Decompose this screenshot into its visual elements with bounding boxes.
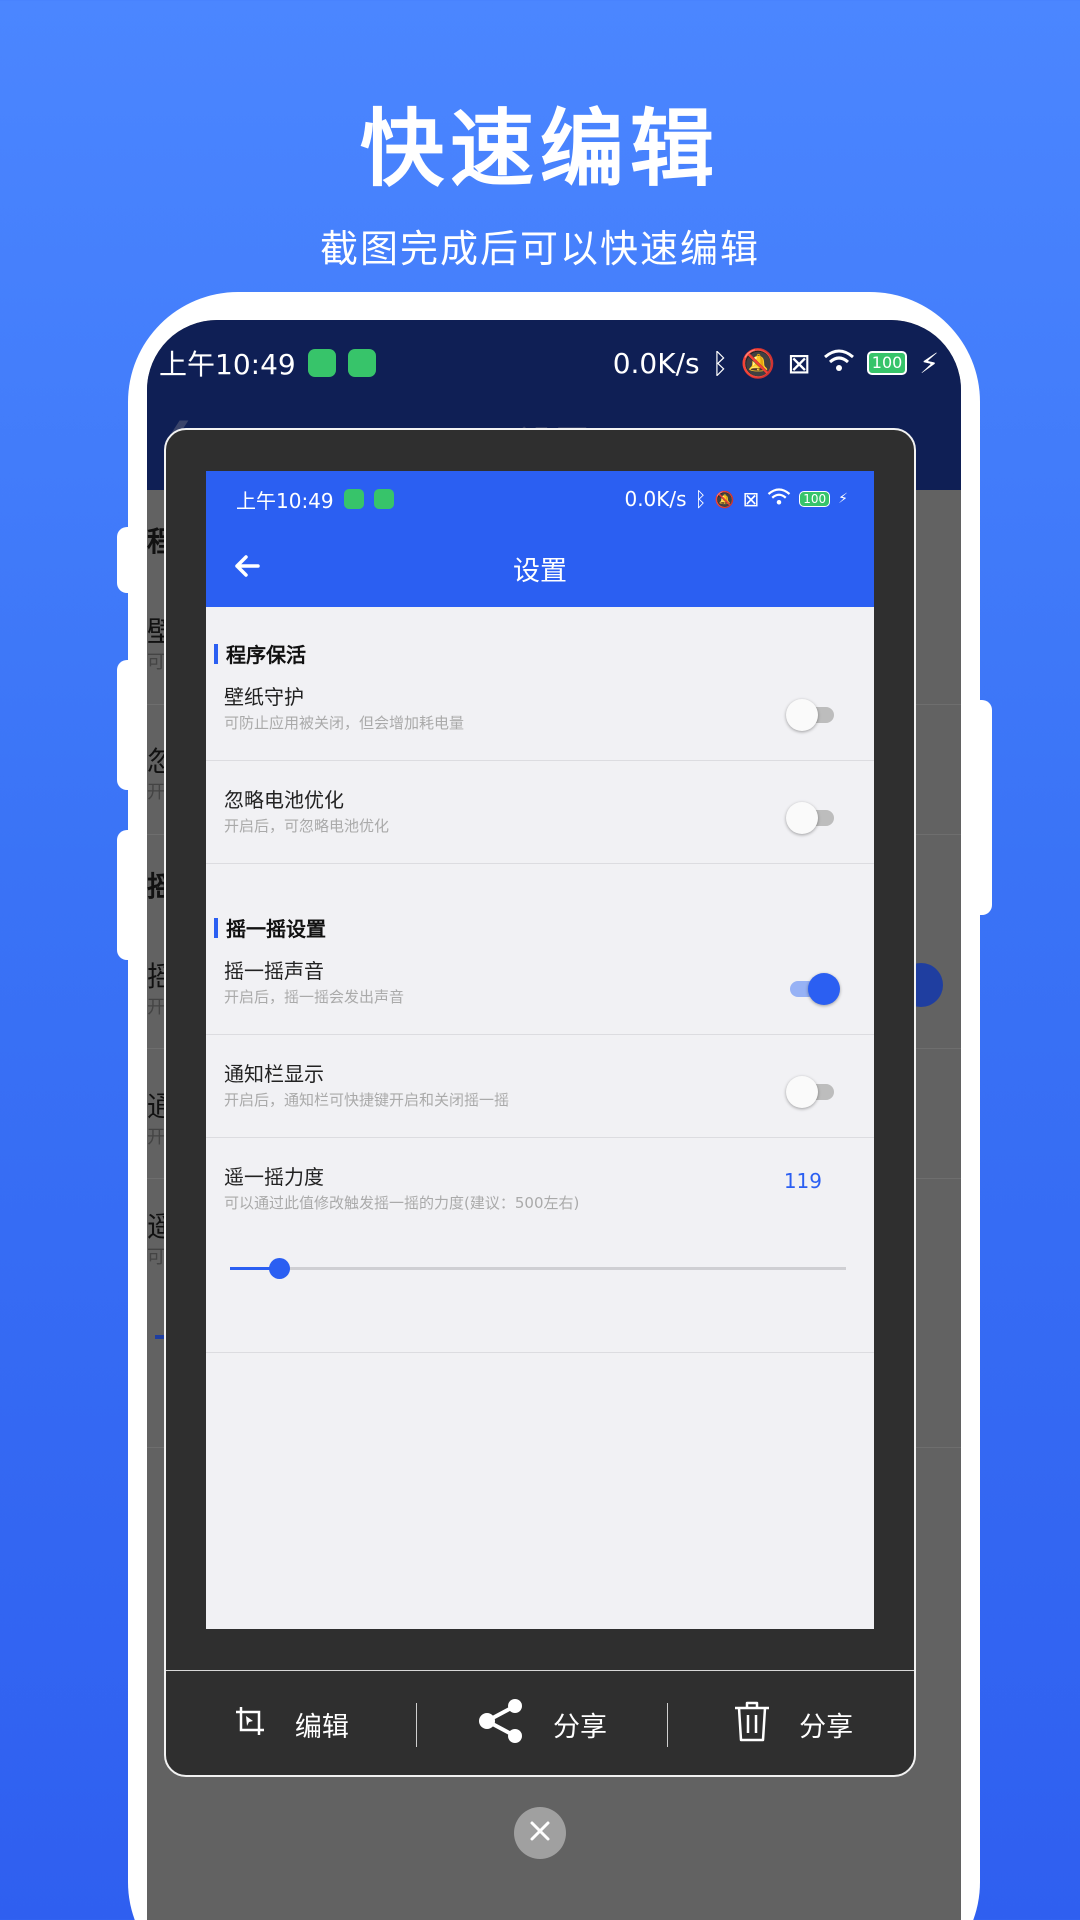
status-time: 上午10:49: [236, 488, 334, 513]
wifi-icon: [767, 487, 791, 511]
phone-side-button: [117, 527, 139, 593]
wallpaper-guard-toggle[interactable]: [786, 699, 838, 731]
ignore-battery-toggle[interactable]: [786, 802, 838, 834]
phone-side-button: [117, 830, 139, 960]
mute-icon: 🔕: [740, 346, 776, 380]
charging-icon: ⚡: [919, 346, 939, 380]
setting-wallpaper-guard[interactable]: 壁纸守护 可防止应用被关闭，但会增加耗电量: [206, 659, 874, 761]
slider-thumb[interactable]: [269, 1258, 291, 1279]
bluetooth-icon: ᛒ: [711, 346, 729, 380]
close-icon: [529, 1820, 551, 1846]
battery-icon: 100: [799, 491, 831, 507]
delete-button[interactable]: 分享: [668, 1700, 914, 1749]
setting-shake-sound[interactable]: 摇一摇声音 开启后，摇一摇会发出声音: [206, 933, 874, 1035]
android-app-icon: [347, 349, 376, 377]
shake-force-value: 119: [783, 1169, 822, 1193]
phone-side-button: [117, 660, 139, 790]
headline: 快速编辑: [359, 100, 720, 198]
setting-ignore-battery-optimization[interactable]: 忽略电池优化 开启后，可忽略电池优化: [206, 762, 874, 864]
trash-icon: [733, 1700, 771, 1749]
notification-bar-toggle[interactable]: [786, 1076, 838, 1108]
battery-icon: 100: [866, 351, 908, 375]
wifi-icon: [823, 347, 855, 380]
crop-icon: [233, 1704, 267, 1745]
edit-button[interactable]: 编辑: [166, 1704, 416, 1745]
setting-notification-bar[interactable]: 通知栏显示 开启后，通知栏可快捷键开启和关闭摇一摇: [206, 1036, 874, 1138]
sim-icon: ⊠: [787, 346, 811, 380]
screenshot-preview-card: 上午10:49 0.0K/s ᛒ 🔕 ⊠ 100 ⚡ 设置 程序保活 壁纸守护 …: [164, 428, 916, 1777]
screenshot-image[interactable]: 上午10:49 0.0K/s ᛒ 🔕 ⊠ 100 ⚡ 设置 程序保活 壁纸守护 …: [206, 471, 874, 1629]
charging-icon: ⚡: [838, 491, 848, 507]
network-speed: 0.0K/s: [612, 346, 700, 380]
status-time: 上午10:49: [159, 348, 296, 381]
share-icon: [477, 1698, 525, 1751]
phone-side-button: [970, 700, 992, 915]
network-speed: 0.0K/s: [624, 487, 687, 511]
close-button[interactable]: [514, 1807, 566, 1859]
android-app-icon: [307, 349, 336, 377]
bluetooth-icon: ᛒ: [694, 487, 707, 511]
settings-title: 设置: [513, 556, 567, 587]
share-button[interactable]: 分享: [417, 1698, 667, 1751]
shake-sound-toggle[interactable]: [786, 973, 840, 1005]
status-bar: 上午10:49 0.0K/s ᛒ 🔕 ⊠ 100 ⚡: [159, 338, 939, 388]
status-bar: 上午10:49 0.0K/s ᛒ 🔕 ⊠ 100 ⚡: [236, 483, 848, 515]
subline: 截图完成后可以快速编辑: [319, 227, 760, 271]
settings-app-bar: 上午10:49 0.0K/s ᛒ 🔕 ⊠ 100 ⚡ 设置: [206, 471, 874, 607]
shake-force-slider[interactable]: [230, 1258, 846, 1279]
mute-icon: 🔕: [714, 489, 735, 509]
action-bar: 编辑 分享 分享: [166, 1670, 914, 1775]
sim-icon: ⊠: [742, 487, 760, 511]
android-app-icon: [343, 489, 364, 509]
setting-shake-force: 遥一摇力度 可以通过此值修改触发摇一摇的力度(建议：500左右) 119: [206, 1139, 874, 1353]
android-app-icon: [373, 489, 394, 509]
